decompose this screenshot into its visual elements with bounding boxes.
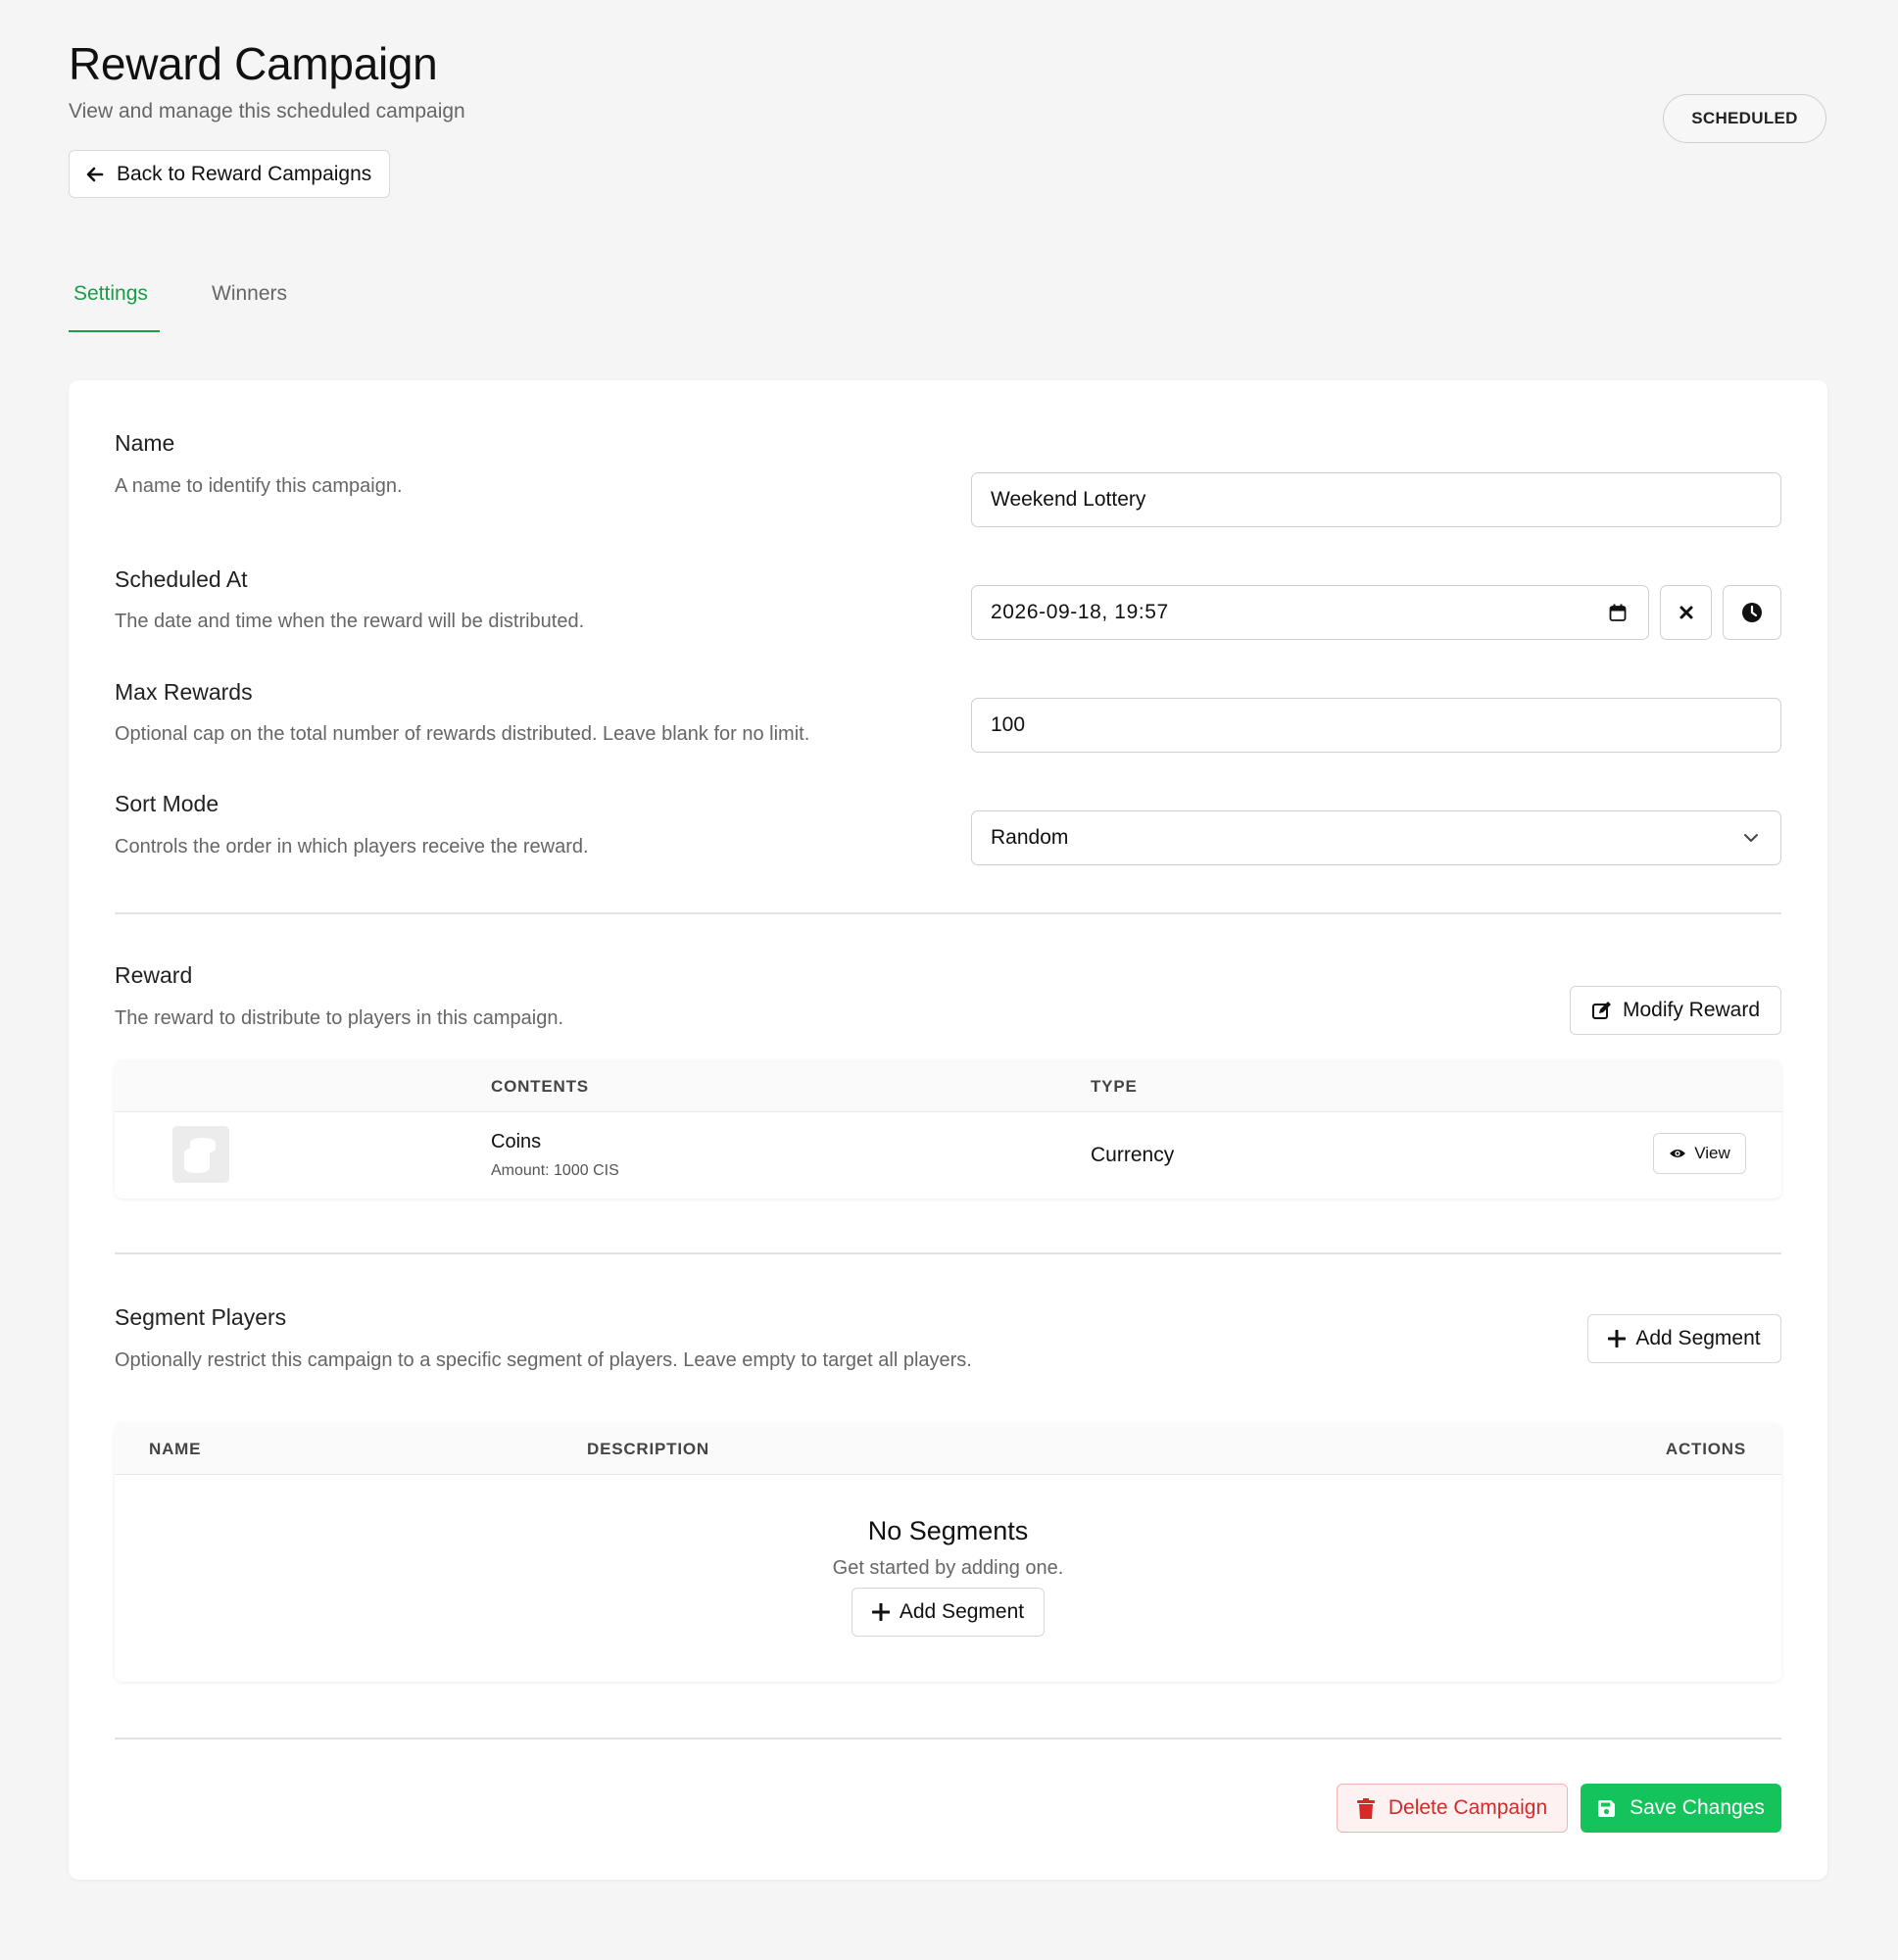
tab-settings[interactable]: Settings: [73, 282, 148, 306]
calendar-icon[interactable]: [1609, 604, 1627, 622]
segments-section-title: Segment Players: [115, 1304, 287, 1330]
max-rewards-label: Max Rewards: [115, 679, 253, 705]
segments-empty-state: No Segments Get started by adding one. A…: [115, 1475, 1781, 1682]
column-header-name: NAME: [149, 1440, 202, 1458]
column-header-description: DESCRIPTION: [587, 1440, 709, 1458]
empty-state-title: No Segments: [867, 1516, 1029, 1545]
page-title: Reward Campaign: [69, 38, 438, 89]
segments-table-header: NAME DESCRIPTION ACTIONS: [115, 1423, 1781, 1475]
segments-section-description: Optionally restrict this campaign to a s…: [115, 1349, 972, 1371]
sort-mode-description: Controls the order in which players rece…: [115, 836, 589, 858]
edit-icon: [1591, 1002, 1611, 1019]
reward-section-title: Reward: [115, 962, 193, 988]
segments-table: NAME DESCRIPTION ACTIONS No Segments Get…: [115, 1423, 1781, 1682]
settings-card: Name A name to identify this campaign. W…: [69, 380, 1827, 1880]
plus-icon: [1608, 1330, 1627, 1348]
sort-mode-value: Random: [991, 826, 1069, 849]
view-reward-button[interactable]: View: [1653, 1133, 1746, 1174]
eye-icon: [1670, 1150, 1686, 1157]
delete-campaign-label: Delete Campaign: [1387, 1796, 1548, 1819]
close-icon: [1679, 606, 1692, 619]
arrow-left-icon: [86, 167, 104, 181]
scheduled-at-input[interactable]: 2026-09-18, 19:57: [971, 585, 1649, 640]
add-segment-label: Add Segment: [1635, 1327, 1761, 1349]
column-header-actions: ACTIONS: [1665, 1440, 1746, 1458]
back-button[interactable]: Back to Reward Campaigns: [69, 150, 390, 198]
scheduled-at-description: The date and time when the reward will b…: [115, 611, 585, 632]
scheduled-at-value: 2026-09-18, 19:57: [991, 601, 1169, 623]
active-tab-indicator: [69, 330, 160, 332]
reward-type: Currency: [1091, 1144, 1175, 1166]
sort-mode-select[interactable]: Random: [971, 810, 1781, 865]
column-header-contents: CONTENTS: [491, 1077, 589, 1096]
save-changes-label: Save Changes: [1630, 1796, 1765, 1819]
delete-campaign-button[interactable]: Delete Campaign: [1337, 1784, 1568, 1833]
chevron-down-icon: [1744, 834, 1758, 842]
reward-section-description: The reward to distribute to players in t…: [115, 1007, 563, 1029]
trash-icon: [1356, 1797, 1375, 1819]
table-row: Coins Amount: 1000 CIS Currency View: [115, 1112, 1781, 1199]
divider: [115, 1738, 1781, 1740]
reward-amount: Amount: 1000 CIS: [491, 1162, 619, 1179]
plus-icon: [871, 1603, 890, 1621]
divider: [115, 912, 1781, 914]
column-header-type: TYPE: [1091, 1077, 1138, 1096]
modify-reward-button[interactable]: Modify Reward: [1570, 986, 1781, 1035]
back-button-label: Back to Reward Campaigns: [117, 162, 372, 185]
empty-state-add-segment-label: Add Segment: [899, 1600, 1025, 1623]
add-segment-button[interactable]: Add Segment: [1587, 1314, 1781, 1363]
status-badge: SCHEDULED: [1663, 94, 1826, 143]
reward-name: Coins: [491, 1131, 542, 1152]
coins-icon: [172, 1126, 229, 1183]
now-time-button[interactable]: [1723, 585, 1781, 640]
clear-date-button[interactable]: [1660, 585, 1712, 640]
scheduled-at-label: Scheduled At: [115, 566, 248, 592]
empty-state-add-segment-button[interactable]: Add Segment: [852, 1588, 1045, 1637]
tab-bar: Settings Winners: [69, 274, 461, 333]
reward-table: CONTENTS TYPE Coins Amount: 1000 CIS Cur…: [115, 1060, 1781, 1199]
save-icon: [1598, 1799, 1616, 1817]
sort-mode-label: Sort Mode: [115, 791, 219, 816]
tab-winners[interactable]: Winners: [212, 282, 287, 306]
empty-state-text: Get started by adding one.: [832, 1557, 1064, 1579]
name-description: A name to identify this campaign.: [115, 475, 403, 497]
max-rewards-description: Optional cap on the total number of rewa…: [115, 723, 810, 745]
divider: [115, 1252, 1781, 1254]
view-reward-label: View: [1694, 1144, 1730, 1162]
page-subtitle: View and manage this scheduled campaign: [69, 100, 465, 122]
save-changes-button[interactable]: Save Changes: [1581, 1784, 1781, 1833]
name-label: Name: [115, 430, 175, 456]
modify-reward-label: Modify Reward: [1622, 999, 1761, 1021]
clock-icon: [1742, 603, 1762, 622]
reward-table-header: CONTENTS TYPE: [115, 1060, 1781, 1112]
name-input[interactable]: Weekend Lottery: [971, 472, 1781, 527]
max-rewards-input[interactable]: 100: [971, 698, 1781, 753]
